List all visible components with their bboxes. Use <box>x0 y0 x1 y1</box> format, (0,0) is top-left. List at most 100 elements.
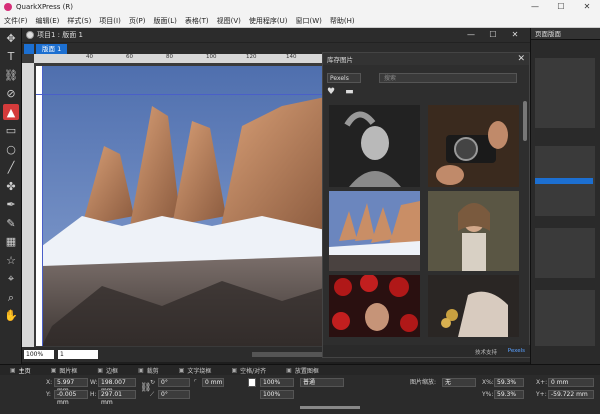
x-scale-label: X%: <box>482 379 494 386</box>
corner-radius-field[interactable]: 0 mm <box>202 378 224 387</box>
tab-picture-box[interactable]: ▣ 图片框 <box>41 366 88 375</box>
menu-window[interactable]: 窗口(W) <box>292 16 326 26</box>
ruler-tick-label: 120 <box>246 54 257 60</box>
doc-close-button[interactable]: ✕ <box>504 28 526 42</box>
menu-item[interactable]: 项目(I) <box>95 16 125 26</box>
x-field[interactable]: 5.997 mm <box>54 378 88 394</box>
zoom-field[interactable]: 100% <box>24 350 54 359</box>
document-tab-title: 项目1 : 版面 1 <box>37 31 83 39</box>
woman-portrait-image <box>329 105 420 187</box>
stock-thumbnail[interactable] <box>428 191 519 271</box>
pencil-tool-icon[interactable]: ✎ <box>3 215 19 231</box>
blend-mode-select[interactable]: 普通 <box>300 378 344 387</box>
frame-opacity-field[interactable]: 100% <box>260 390 294 399</box>
tab-drop-shadow[interactable]: ▣ 放置图框 <box>276 366 329 375</box>
table-tool-icon[interactable]: ▦ <box>3 234 19 250</box>
camera-hands-image <box>428 105 519 187</box>
tab-space-align[interactable]: ▣ 空格/对齐 <box>221 366 276 375</box>
menu-help[interactable]: 帮助(H) <box>326 16 359 26</box>
tab-frame-label: 边框 <box>106 367 119 375</box>
roses-image <box>329 275 420 337</box>
tab-picture-box-label: 图片框 <box>59 367 78 375</box>
image-content-tool-icon[interactable]: ▲ <box>3 104 19 120</box>
window-controls: — ☐ ✕ <box>522 0 600 14</box>
menu-layout[interactable]: 版面(L) <box>150 16 181 26</box>
stock-thumbnail[interactable] <box>428 275 519 337</box>
vertical-ruler[interactable] <box>22 63 34 347</box>
rotation-field[interactable]: 0° <box>158 378 190 387</box>
title-bar: QuarkXPress (R) — ☐ ✕ <box>0 0 600 14</box>
close-button[interactable]: ✕ <box>574 0 600 14</box>
fill-opacity-field[interactable]: 100% <box>260 378 294 387</box>
menu-utilities[interactable]: 使用程序(U) <box>245 16 292 26</box>
mountain-image <box>42 66 330 346</box>
stock-search-input[interactable]: 搜索 <box>379 73 517 83</box>
page-layout-panel-title: 页面版面 <box>531 28 600 40</box>
tab-runaround[interactable]: ▣ 文字绕框 <box>169 366 222 375</box>
document-tab[interactable]: 项目1 : 版面 1 <box>22 30 83 40</box>
zoom-tool-icon[interactable]: ⌕ <box>3 289 19 305</box>
layout-tab-arrow-icon[interactable] <box>24 44 34 54</box>
x-offset-field[interactable]: 0 mm <box>548 378 594 387</box>
menu-table[interactable]: 表格(T) <box>181 16 213 26</box>
stock-thumbnail[interactable] <box>329 105 420 187</box>
layout-page[interactable] <box>36 66 336 346</box>
eyedropper-tool-icon[interactable]: ⌖ <box>3 271 19 287</box>
y-scale-field[interactable]: 59.3% <box>494 390 524 399</box>
fill-color-swatch[interactable] <box>248 378 256 387</box>
stock-panel-close-icon[interactable]: ✕ <box>517 53 525 65</box>
master-page-area[interactable] <box>535 58 595 128</box>
selected-page-indicator[interactable] <box>535 178 593 184</box>
panel-section <box>535 228 595 278</box>
menu-file[interactable]: 文件(F) <box>0 16 32 26</box>
stock-thumbnail[interactable] <box>329 191 420 271</box>
tab-home[interactable]: ▣ 主页 <box>0 366 41 375</box>
rectangle-box-tool-icon[interactable]: ▭ <box>3 123 19 139</box>
hand-tool-icon[interactable]: ✋ <box>3 308 19 324</box>
pen-tool-icon[interactable]: ✒ <box>3 197 19 213</box>
h-label: H: <box>90 391 97 398</box>
height-field[interactable]: 297.01 mm <box>98 390 136 406</box>
line-tool-icon[interactable]: ╱ <box>3 160 19 176</box>
runaround-tab-icon: ▣ <box>178 366 185 374</box>
y-field[interactable]: -0.005 mm <box>54 390 88 406</box>
margin-guide <box>42 66 43 346</box>
x-scale-field[interactable]: 59.3% <box>494 378 524 387</box>
stock-source-select[interactable]: Pexels <box>327 73 361 83</box>
favorites-heart-icon[interactable]: ♥ <box>327 87 335 97</box>
y-scale-label: Y%: <box>482 391 494 398</box>
doc-minimize-button[interactable]: — <box>460 28 482 42</box>
tab-clipping-label: 裁剪 <box>146 367 159 375</box>
stock-thumbnail[interactable] <box>329 275 420 337</box>
tab-clipping[interactable]: ▣ 裁剪 <box>128 366 169 375</box>
bezier-tool-icon[interactable]: ✤ <box>3 178 19 194</box>
maximize-button[interactable]: ☐ <box>548 0 574 14</box>
stock-panel-scrollbar[interactable] <box>523 101 527 141</box>
clipping-tab-icon: ▣ <box>138 366 144 374</box>
page-number-field[interactable]: 1 <box>58 350 98 359</box>
text-tool-icon[interactable]: T <box>3 49 19 65</box>
link-chain-icon[interactable]: ⊘ <box>3 86 19 102</box>
folder-icon[interactable]: ▬ <box>345 87 354 97</box>
menu-page[interactable]: 页(P) <box>125 16 150 26</box>
star-tool-icon[interactable]: ☆ <box>3 252 19 268</box>
menu-view[interactable]: 视图(V) <box>213 16 245 26</box>
picture-fit-select[interactable]: 无 <box>442 378 476 387</box>
doc-restore-button[interactable]: ☐ <box>482 28 504 42</box>
layout-tab[interactable]: 版面 1 <box>36 44 68 54</box>
menu-edit[interactable]: 编辑(E) <box>32 16 64 26</box>
mountain-photo[interactable] <box>42 66 330 346</box>
minimize-button[interactable]: — <box>522 0 548 14</box>
move-tool-icon[interactable]: ✥ <box>3 30 19 46</box>
menu-style[interactable]: 样式(S) <box>63 16 95 26</box>
text-link-tool-icon[interactable]: ⛓ <box>3 67 19 83</box>
width-field[interactable]: 198.007 mm <box>98 378 136 394</box>
y-offset-field[interactable]: -59.722 mm <box>548 390 594 399</box>
measurements-scrollbar[interactable] <box>300 406 360 409</box>
tab-frame[interactable]: ▣ 边框 <box>87 366 128 375</box>
stock-images-panel: 库存图片 ✕ Pexels 搜索 ♥ ▬ 技术支持 Pexels <box>322 52 531 358</box>
stock-thumbnail[interactable] <box>428 105 519 187</box>
pexels-link[interactable]: Pexels <box>508 348 525 354</box>
skew-field[interactable]: 0° <box>158 390 190 399</box>
oval-box-tool-icon[interactable]: ○ <box>3 141 19 157</box>
